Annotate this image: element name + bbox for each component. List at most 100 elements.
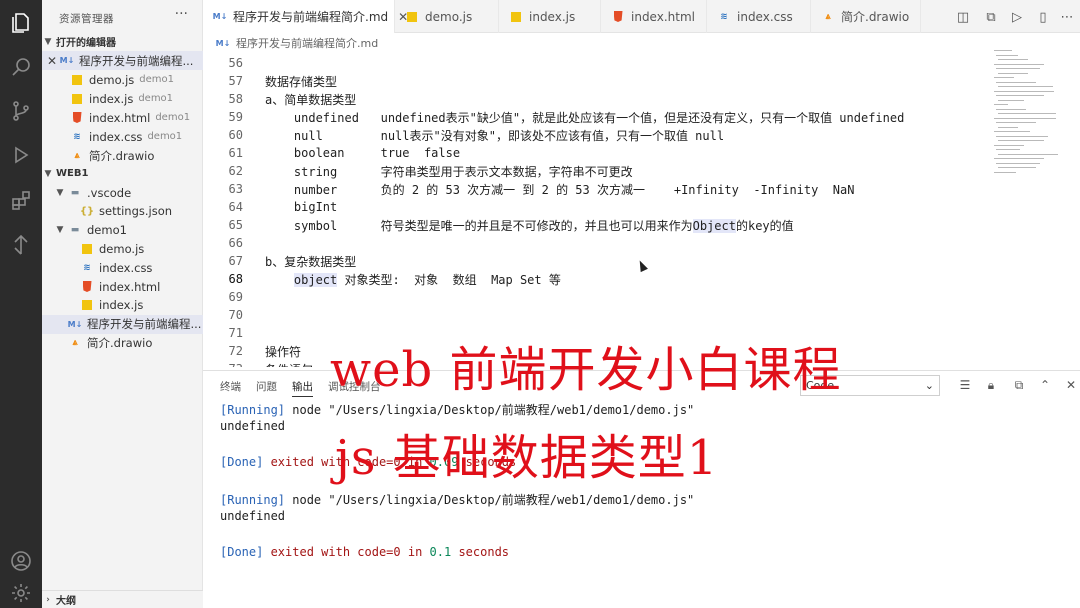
open-editors-header[interactable]: ▼ 打开的编辑器: [42, 32, 203, 51]
remote-icon[interactable]: [8, 232, 34, 258]
run-code-icon[interactable]: ▷: [1009, 9, 1025, 25]
javascript-file-icon: [80, 242, 94, 256]
panel-tab[interactable]: 问题: [256, 379, 277, 394]
output-segment: undefined: [220, 419, 286, 433]
output-segment: exited with: [263, 545, 358, 559]
run-debug-icon[interactable]: [8, 142, 34, 168]
line-number: 56: [228, 56, 243, 70]
line-number: 60: [228, 128, 243, 142]
css-file-icon: ≋: [720, 11, 728, 22]
line-text: b、复杂数据类型: [265, 254, 357, 269]
output-segment: 0.1: [429, 545, 452, 559]
close-panel-icon[interactable]: ✕: [1063, 377, 1079, 393]
tree-folder[interactable]: ▼ ▬ demo1: [42, 221, 203, 240]
output-line: [Running] node "/Users/lingxia/Desktop/前…: [220, 401, 694, 418]
open-editor-item[interactable]: index.html demo1: [42, 108, 203, 127]
markdown-icon: M↓: [215, 38, 231, 48]
tree-file[interactable]: index.html: [42, 277, 203, 296]
explorer-sidebar: 资源管理器 ··· ▼ 打开的编辑器 ✕ M↓ 程序开发与前端编程... demo.j…: [42, 0, 203, 608]
explorer-title: 资源管理器: [59, 13, 114, 25]
open-editor-item[interactable]: demo.js demo1: [42, 70, 203, 89]
chevron-right-icon: ›: [46, 594, 50, 605]
code-editor[interactable]: 56 57 数据存储类型 58 a、简单数据类型 59 undefined undefin…: [203, 52, 983, 367]
open-editor-item[interactable]: ≋ index.css demo1: [42, 127, 203, 146]
editor-tab[interactable]: ≋ index.css: [707, 0, 811, 33]
code-line[interactable]: 67 b、复杂数据类型: [203, 252, 983, 270]
source-control-icon[interactable]: [8, 98, 34, 124]
code-line[interactable]: 66: [203, 234, 983, 252]
code-line[interactable]: 70: [203, 306, 983, 324]
lock-icon[interactable]: 🔒︎: [983, 377, 999, 393]
line-number: 66: [228, 236, 243, 250]
open-editor-item[interactable]: ✕ M↓ 程序开发与前端编程...: [42, 51, 203, 70]
line-text: number 负的 2 的 53 次方减一 到 2 的 53 次方减一 +Inf…: [265, 182, 855, 197]
close-icon[interactable]: ✕: [46, 54, 58, 68]
minimap-line: [998, 126, 1018, 128]
minimap-line: [998, 99, 1024, 101]
search-icon[interactable]: [8, 54, 34, 80]
code-line[interactable]: 68 object 对象类型: 对象 数组 Map Set 等: [203, 270, 983, 288]
tree-file[interactable]: demo.js: [42, 239, 203, 258]
javascript-file-icon: [509, 10, 523, 24]
editor-tab[interactable]: demo.js: [395, 0, 499, 33]
code-line[interactable]: 65 symbol 符号类型是唯一的并且是不可修改的，并且也可以用来作为Obje…: [203, 216, 983, 234]
javascript-file-icon: [70, 92, 84, 106]
clear-output-icon[interactable]: ☰: [957, 377, 973, 393]
minimap-line: [996, 54, 1018, 56]
outline-header[interactable]: › 大纲: [42, 590, 203, 608]
minimap-line: [998, 113, 1056, 114]
code-line[interactable]: 63 number 负的 2 的 53 次方减一 到 2 的 53 次方减一 +…: [203, 180, 983, 198]
code-line[interactable]: 59 undefined undefined表示"缺少值"，就是此处应该有一个值…: [203, 108, 983, 126]
panel-tab[interactable]: 输出: [292, 379, 313, 397]
line-text: string 字符串类型用于表示文本数据，字符串不可更改: [265, 164, 633, 179]
tree-file[interactable]: ≋ index.css: [42, 258, 203, 277]
open-editor-item[interactable]: ⩓ 简介.drawio: [42, 146, 203, 165]
minimap-line: [994, 144, 1024, 146]
panel-tab[interactable]: 终端: [220, 379, 241, 394]
minimap-line: [996, 68, 1040, 69]
line-number: 59: [228, 110, 243, 124]
editor-tab[interactable]: M↓ 程序开发与前端编程简介.md ✕: [203, 0, 408, 33]
tree-folder[interactable]: ▼ ▬ .vscode: [42, 183, 203, 202]
code-line[interactable]: 64 bigInt: [203, 198, 983, 216]
code-line[interactable]: 69: [203, 288, 983, 306]
code-line[interactable]: 56: [203, 54, 983, 72]
output-segment: code=0: [357, 545, 401, 559]
open-editor-item[interactable]: index.js demo1: [42, 89, 203, 108]
chevron-up-icon[interactable]: ⌃: [1037, 377, 1053, 393]
code-line[interactable]: 57 数据存储类型: [203, 72, 983, 90]
compare-icon[interactable]: ◫: [955, 9, 971, 25]
line-number: 63: [228, 182, 243, 196]
tree-file[interactable]: ⩓ 简介.drawio: [42, 333, 203, 352]
line-number: 62: [228, 164, 243, 178]
more-actions-icon[interactable]: ···: [175, 6, 188, 22]
minimap-line: [996, 95, 1044, 96]
minimap[interactable]: [990, 50, 1080, 190]
markdown-icon: M↓: [67, 319, 83, 329]
settings-gear-icon[interactable]: [8, 580, 34, 606]
code-line[interactable]: 61 boolean true false: [203, 144, 983, 162]
editor-tab[interactable]: index.html: [601, 0, 707, 33]
breadcrumb[interactable]: M↓ 程序开发与前端编程简介.md: [215, 34, 379, 52]
editor-tab[interactable]: ⩓ 简介.drawio: [811, 0, 921, 33]
extensions-icon[interactable]: [8, 188, 34, 214]
minimap-line: [998, 72, 1028, 74]
workspace-header[interactable]: ▼ WEB1: [42, 164, 203, 183]
tree-file[interactable]: {} settings.json: [42, 202, 203, 221]
tree-file[interactable]: index.js: [42, 296, 203, 315]
tree-file[interactable]: M↓ 程序开发与前端编程...: [42, 314, 203, 334]
files-icon[interactable]: [8, 10, 34, 36]
account-icon[interactable]: [8, 548, 34, 574]
javascript-file-icon: [70, 73, 84, 87]
more-actions-icon[interactable]: ⋯: [1059, 9, 1075, 25]
editor-tab[interactable]: index.js: [499, 0, 601, 33]
code-line[interactable]: 58 a、简单数据类型: [203, 90, 983, 108]
code-line[interactable]: 60 null null表示"没有对象"，即该处不应该有值，只有一个取值 nul…: [203, 126, 983, 144]
code-line[interactable]: 62 string 字符串类型用于表示文本数据，字符串不可更改: [203, 162, 983, 180]
html-file-icon: [70, 111, 84, 125]
split-editor-icon[interactable]: ▯: [1035, 9, 1051, 25]
maximize-panel-icon[interactable]: ⧉: [1011, 377, 1027, 393]
open-changes-icon[interactable]: ⧉: [983, 9, 999, 25]
overlay-title-line2: js 基础数据类型1: [335, 430, 719, 486]
file-name: settings.json: [99, 204, 173, 219]
